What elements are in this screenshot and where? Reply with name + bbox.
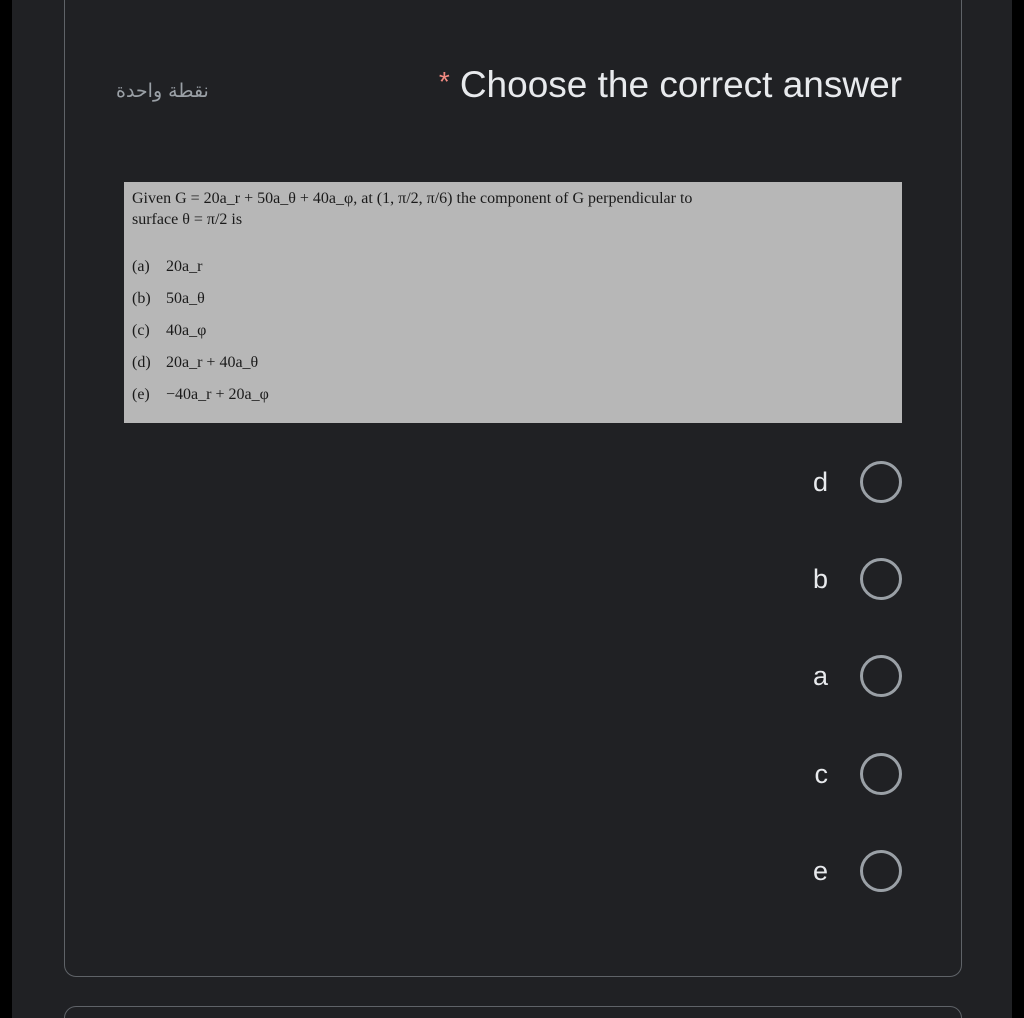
image-option-d: (d) 20a_r + 40a_θ: [132, 354, 258, 372]
image-option-label: (b): [132, 290, 151, 307]
image-option-text: 20a_r + 40a_θ: [166, 354, 259, 371]
image-option-label: (d): [132, 354, 151, 371]
choice-b[interactable]: b: [813, 555, 902, 603]
choice-a[interactable]: a: [813, 652, 902, 700]
choice-label[interactable]: b: [813, 564, 828, 595]
image-option-b: (b) 50a_θ: [132, 290, 205, 308]
choice-e[interactable]: e: [813, 847, 902, 895]
image-option-c: (c) 40a_φ: [132, 322, 206, 340]
radio-button[interactable]: [860, 461, 902, 503]
image-option-text: −40a_r + 20a_φ: [166, 386, 269, 403]
question-title-text: Choose the correct answer: [459, 64, 902, 105]
choice-label[interactable]: c: [815, 759, 829, 790]
radio-button[interactable]: [860, 655, 902, 697]
radio-button[interactable]: [860, 753, 902, 795]
page: نقطة واحدة * Choose the correct answer Gi…: [0, 0, 1024, 1018]
image-option-a: (a) 20a_r: [132, 258, 202, 276]
radio-button[interactable]: [860, 558, 902, 600]
image-option-label: (c): [132, 322, 150, 339]
choice-label[interactable]: a: [813, 661, 828, 692]
question-stem-line-2: surface θ = π/2 is: [132, 211, 243, 228]
image-option-label: (e): [132, 386, 150, 403]
screen-edge-left: [0, 0, 12, 1018]
screen-edge-right: [1012, 0, 1024, 1018]
points-label: نقطة واحدة: [116, 80, 209, 102]
choice-label[interactable]: d: [813, 467, 828, 498]
image-option-label: (a): [132, 258, 150, 275]
image-option-text: 50a_θ: [166, 290, 205, 307]
question-title: * Choose the correct answer: [439, 64, 902, 106]
image-option-e: (e) −40a_r + 20a_φ: [132, 386, 269, 404]
choice-c[interactable]: c: [815, 750, 902, 798]
radio-button[interactable]: [860, 850, 902, 892]
question-stem-line-1: Given G = 20a_r + 50a_θ + 40a_φ, at (1, …: [132, 190, 693, 207]
required-marker: *: [438, 66, 450, 97]
next-question-card: [64, 1006, 962, 1018]
choice-d[interactable]: d: [813, 458, 902, 506]
choice-label[interactable]: e: [813, 856, 828, 887]
image-option-text: 40a_φ: [166, 322, 207, 339]
question-image: Given G = 20a_r + 50a_θ + 40a_φ, at (1, …: [124, 182, 902, 423]
image-option-text: 20a_r: [166, 258, 203, 275]
